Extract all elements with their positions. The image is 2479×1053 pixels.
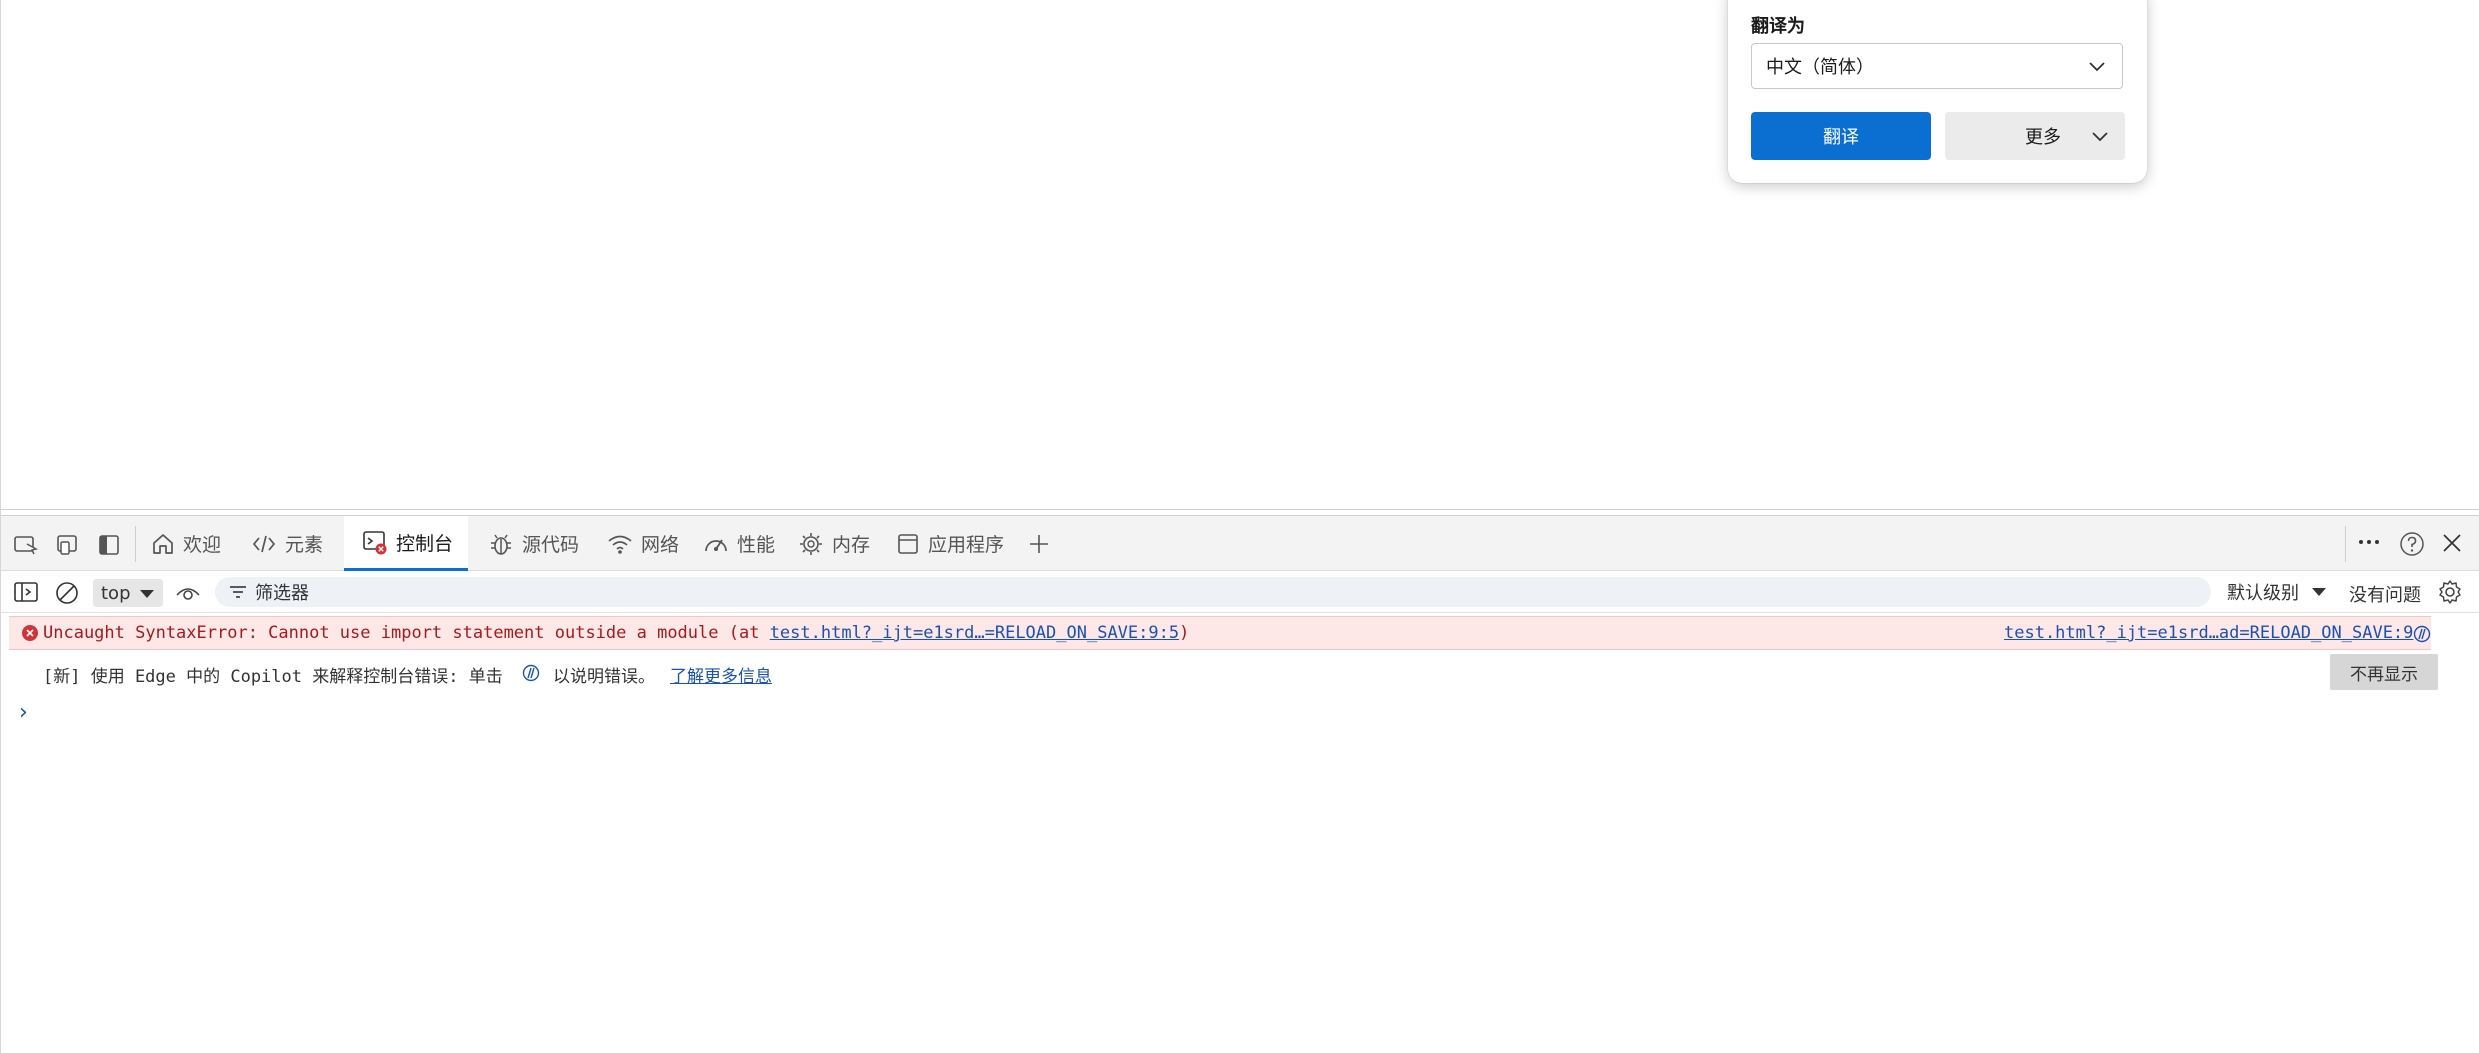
chevron-down-icon [2088, 59, 2106, 73]
tab-sources[interactable]: 源代码 [488, 516, 588, 571]
translate-popup: 翻译为 中文（简体） 翻译 更多 [1728, 0, 2147, 183]
tab-elements[interactable]: 元素 [251, 516, 341, 571]
translate-to-label: 翻译为 [1751, 16, 1805, 37]
learn-more-link[interactable]: 了解更多信息 [670, 662, 772, 687]
window-icon [896, 532, 920, 556]
devtools-tabbar: 欢迎 元素 控制台 源代码 网络 性能 内存 应用程序 [1, 515, 2479, 571]
tab-network[interactable]: 网络 [607, 516, 687, 571]
tab-label: 控制台 [396, 532, 454, 555]
error-text: Uncaught SyntaxError: Cannot use import … [43, 623, 1189, 643]
error-icon [21, 624, 39, 642]
gauge-icon [703, 533, 729, 555]
settings-gear-icon[interactable] [2437, 579, 2463, 605]
tab-label: 欢迎 [183, 534, 222, 556]
target-language-select[interactable]: 中文（简体） [1751, 43, 2123, 89]
eye-icon[interactable] [175, 583, 201, 603]
filter-icon [229, 585, 247, 599]
copilot-hint-message: [新] 使用 Edge 中的 Copilot 来解释控制台错误: 单击 以说明错… [9, 652, 2438, 692]
sidebar-toggle-icon[interactable] [13, 581, 39, 603]
translate-button[interactable]: 翻译 [1751, 112, 1931, 160]
console-error-message: Uncaught SyntaxError: Cannot use import … [9, 616, 2431, 650]
page-viewport: 翻译为 中文（简体） 翻译 更多 [0, 0, 2479, 510]
close-icon[interactable] [2441, 532, 2463, 554]
add-tab-icon[interactable] [1027, 532, 1051, 556]
copilot-icon[interactable] [2412, 625, 2432, 643]
console-prompt[interactable]: › [19, 700, 28, 725]
log-level-select[interactable]: 默认级别 [2227, 579, 2327, 605]
copilot-hint-text: [新] 使用 Edge 中的 Copilot 来解释控制台错误: 单击 [43, 667, 503, 687]
error-message-suffix: ) [1179, 623, 1190, 643]
tab-label: 网络 [641, 534, 680, 556]
home-icon [151, 532, 175, 556]
code-icon [251, 533, 277, 555]
console-toolbar: top 筛选器 默认级别 没有问题 [1, 571, 2479, 613]
copilot-hint-text-after: 以说明错误。 [553, 667, 655, 687]
tab-label: 源代码 [522, 534, 580, 556]
devtools-panel: 欢迎 元素 控制台 源代码 网络 性能 内存 应用程序 top 筛选器 默认级别… [0, 510, 2479, 1053]
tab-label: 应用程序 [928, 534, 1005, 556]
divider [135, 526, 136, 562]
chevron-down-icon [2091, 129, 2109, 143]
wifi-icon [607, 533, 633, 555]
tab-performance[interactable]: 性能 [703, 516, 783, 571]
dock-side-icon[interactable] [97, 534, 121, 556]
more-button[interactable]: 更多 [1945, 112, 2125, 160]
error-location-link[interactable]: test.html?_ijt=e1srd…=RELOAD_ON_SAVE:9:5 [770, 623, 1179, 643]
inspect-element-icon[interactable] [13, 534, 39, 556]
tab-application[interactable]: 应用程序 [896, 516, 1016, 571]
divider [2345, 526, 2346, 562]
tab-welcome[interactable]: 欢迎 [151, 516, 231, 571]
caret-down-icon [2311, 587, 2327, 597]
tab-memory[interactable]: 内存 [798, 516, 878, 571]
console-icon [362, 529, 388, 555]
issues-count[interactable]: 没有问题 [2349, 581, 2421, 607]
filter-input[interactable]: 筛选器 [215, 577, 2211, 607]
tab-label: 内存 [832, 534, 871, 556]
log-level-value: 默认级别 [2227, 583, 2299, 604]
error-source-link[interactable]: test.html?_ijt=e1srd…ad=RELOAD_ON_SAVE:9 [2004, 623, 2413, 643]
target-language-value: 中文（简体） [1766, 57, 1874, 78]
bug-icon [488, 531, 514, 557]
tab-label: 性能 [737, 534, 776, 556]
filter-placeholder: 筛选器 [255, 583, 309, 604]
dont-show-again-button[interactable]: 不再显示 [2330, 654, 2438, 690]
tab-label: 元素 [285, 534, 324, 556]
tab-console[interactable]: 控制台 [344, 516, 468, 571]
caret-down-icon [139, 589, 155, 599]
copilot-icon [521, 664, 541, 682]
clear-console-icon[interactable] [54, 580, 80, 606]
context-value: top [101, 582, 131, 604]
more-options-icon[interactable] [2357, 536, 2381, 550]
device-emulation-icon[interactable] [55, 534, 81, 556]
context-select[interactable]: top [93, 579, 163, 607]
help-icon[interactable] [2399, 531, 2425, 557]
chip-icon [798, 531, 824, 557]
more-button-label: 更多 [2025, 127, 2061, 148]
error-message-text: Uncaught SyntaxError: Cannot use import … [43, 623, 770, 643]
